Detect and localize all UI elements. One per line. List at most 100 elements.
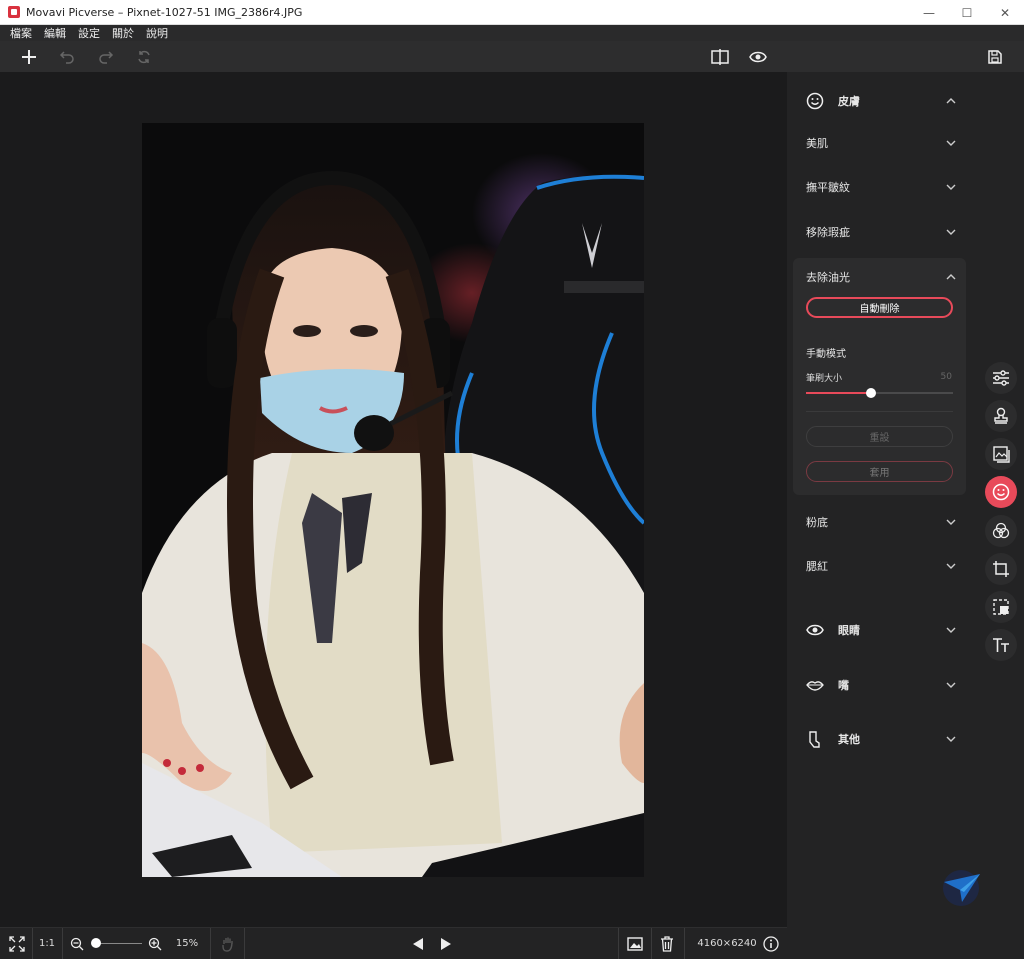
skin-section-header[interactable]: 皮膚 — [806, 91, 956, 111]
zoom-slider-handle[interactable] — [91, 938, 101, 948]
stamp-tool-button[interactable] — [985, 400, 1017, 432]
window-title: Movavi Picverse – Pixnet-1027-51 IMG_238… — [26, 5, 303, 19]
item-blush-label: 腮紅 — [806, 560, 828, 573]
select-tool-button[interactable] — [985, 591, 1017, 623]
maximize-button[interactable]: ☐ — [948, 0, 986, 25]
menu-settings[interactable]: 設定 — [78, 25, 100, 41]
item-blemish[interactable]: 移除瑕疵 — [806, 223, 956, 241]
retouch-tool-button[interactable] — [985, 476, 1017, 508]
image-layers-icon — [993, 446, 1010, 463]
item-shine[interactable]: 去除油光 — [806, 268, 956, 286]
triangle-right-icon — [441, 937, 451, 950]
save-button[interactable] — [983, 45, 1007, 69]
other-section-header[interactable]: 其他 — [806, 729, 956, 749]
chevron-up-icon — [946, 98, 956, 104]
status-bar: 1:1 15% 4160×6240 — [0, 927, 787, 959]
edited-photo[interactable] — [142, 123, 644, 877]
menu-edit[interactable]: 編輯 — [44, 25, 66, 41]
trash-icon — [661, 935, 673, 952]
menu-about[interactable]: 關於 — [112, 25, 134, 41]
hand-icon — [222, 937, 233, 952]
chevron-down-icon — [946, 184, 956, 190]
info-button[interactable] — [760, 928, 782, 959]
eye-icon — [749, 51, 767, 63]
menu-help[interactable]: 說明 — [146, 25, 168, 41]
zoom-out-button[interactable] — [68, 928, 86, 959]
toolbar — [0, 41, 1024, 72]
pan-tool-button[interactable] — [216, 928, 240, 959]
image-dimensions: 4160×6240 — [697, 938, 757, 949]
item-smooth-skin[interactable]: 美肌 — [806, 134, 956, 152]
divider — [32, 928, 33, 959]
zoom-slider[interactable] — [91, 938, 142, 948]
divider — [684, 928, 685, 959]
item-foundation[interactable]: 粉底 — [806, 513, 956, 531]
compare-button[interactable] — [708, 45, 732, 69]
eye-icon — [806, 624, 824, 636]
item-blemish-label: 移除瑕疵 — [806, 226, 850, 239]
title-bar: Movavi Picverse – Pixnet-1027-51 IMG_238… — [0, 0, 1024, 25]
brush-size-slider-handle[interactable] — [865, 388, 876, 398]
skin-section-label: 皮膚 — [838, 95, 860, 108]
item-wrinkles[interactable]: 撫平皺紋 — [806, 178, 956, 196]
add-button[interactable] — [17, 45, 41, 69]
divider — [618, 928, 619, 959]
apply-button[interactable]: 套用 — [806, 461, 953, 482]
chevron-down-icon — [946, 627, 956, 633]
refresh-button[interactable] — [132, 45, 156, 69]
auto-remove-button[interactable]: 自動刪除 — [806, 297, 953, 318]
item-blush[interactable]: 腮紅 — [806, 557, 956, 575]
undo-button[interactable] — [55, 45, 79, 69]
triangle-left-icon — [413, 937, 423, 950]
reset-button[interactable]: 重設 — [806, 426, 953, 447]
redo-button[interactable] — [94, 45, 118, 69]
chevron-down-icon — [946, 736, 956, 742]
redo-icon — [99, 51, 114, 64]
actual-size-button[interactable]: 1:1 — [34, 928, 60, 959]
menu-file[interactable]: 檔案 — [10, 25, 32, 41]
eyes-section-header[interactable]: 眼睛 — [806, 620, 956, 640]
brush-size-slider-fill — [806, 392, 871, 394]
brush-size-label: 筆刷大小 — [806, 373, 843, 384]
brush-size-slider[interactable] — [806, 388, 953, 398]
eyes-section-label: 眼睛 — [838, 624, 860, 637]
divider — [651, 928, 652, 959]
stamp-icon — [994, 407, 1008, 424]
delete-button[interactable] — [656, 928, 678, 959]
divider — [62, 928, 63, 959]
filters-tool-button[interactable] — [985, 515, 1017, 547]
item-shine-label: 去除油光 — [806, 271, 850, 284]
minimize-button[interactable]: — — [910, 0, 948, 25]
image-info-button[interactable] — [624, 928, 646, 959]
crop-tool-button[interactable] — [985, 553, 1017, 585]
text-tool-button[interactable] — [985, 629, 1017, 661]
chevron-up-icon — [946, 274, 956, 280]
divider — [806, 411, 953, 412]
watermark-logo-icon — [943, 870, 980, 906]
item-smooth-skin-label: 美肌 — [806, 137, 828, 150]
zoom-level: 15% — [175, 938, 199, 949]
item-foundation-label: 粉底 — [806, 516, 828, 529]
adjust-tool-button[interactable] — [985, 362, 1017, 394]
sliders-icon — [993, 370, 1009, 386]
mouth-section-header[interactable]: 嘴 — [806, 675, 956, 695]
brush-size-row: 筆刷大小 50 — [806, 370, 956, 384]
fit-screen-button[interactable] — [4, 928, 30, 959]
preview-button[interactable] — [746, 45, 770, 69]
close-button[interactable]: ✕ — [986, 0, 1024, 25]
face-smile-icon — [992, 483, 1010, 501]
zoom-in-button[interactable] — [146, 928, 164, 959]
previous-image-button[interactable] — [408, 928, 428, 959]
background-tool-button[interactable] — [985, 438, 1017, 470]
undo-icon — [59, 51, 74, 64]
text-icon — [993, 638, 1009, 652]
next-image-button[interactable] — [436, 928, 456, 959]
lips-icon — [806, 681, 824, 691]
brush-size-value: 50 — [940, 372, 952, 382]
save-icon — [988, 50, 1002, 64]
chevron-down-icon — [946, 519, 956, 525]
mouth-section-label: 嘴 — [838, 679, 849, 692]
menu-bar: 檔案 編輯 設定 關於 說明 — [0, 25, 1024, 41]
divider — [210, 928, 211, 959]
zoom-in-icon — [148, 937, 162, 950]
